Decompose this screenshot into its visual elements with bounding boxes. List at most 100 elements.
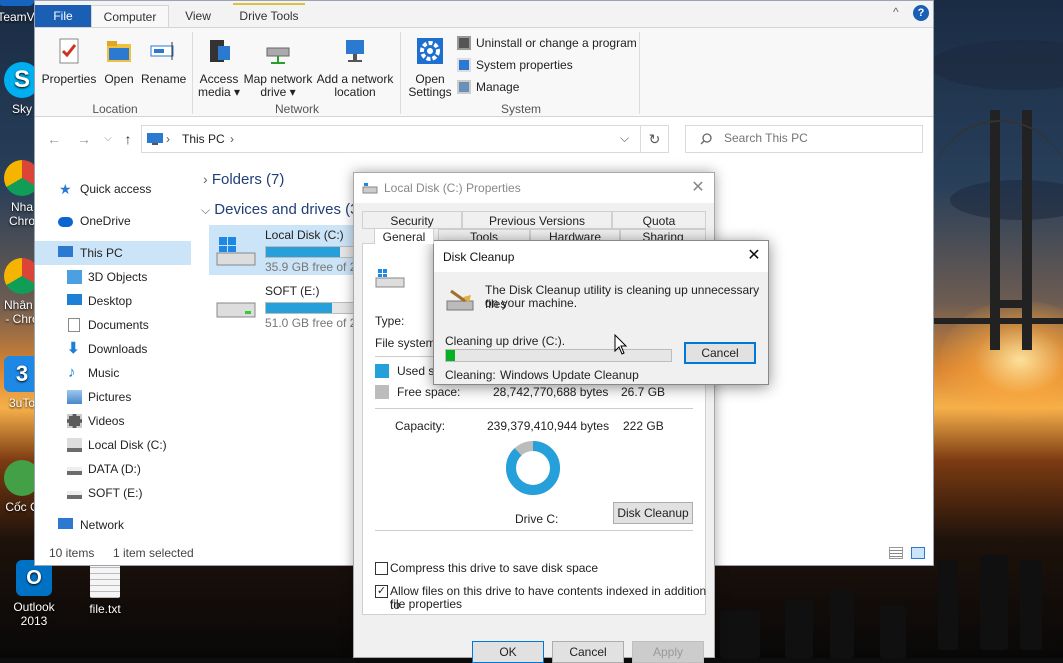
sidebar-item-desktop[interactable]: Desktop xyxy=(35,289,191,313)
sidebar-item-music[interactable]: ♪ Music xyxy=(35,361,191,385)
index-contents-checkbox[interactable]: ✓ xyxy=(375,585,388,598)
ribbon-separator xyxy=(400,32,401,114)
drive-name: Local Disk (C:) xyxy=(265,228,344,242)
sidebar-item-documents[interactable]: Documents xyxy=(35,313,191,337)
teamviewer-icon xyxy=(0,0,34,6)
tab-quota[interactable]: Quota xyxy=(612,211,706,229)
address-bar[interactable]: › This PC › ⌵ xyxy=(141,125,641,153)
file-system-label: File system: xyxy=(375,336,440,350)
refresh-icon[interactable]: ↻ xyxy=(641,125,669,153)
sidebar-item-quick-access[interactable]: ★ Quick access xyxy=(35,177,191,201)
tab-drive-tools[interactable]: Drive Tools xyxy=(233,3,305,25)
sidebar-item-local-disk-c[interactable]: Local Disk (C:) xyxy=(35,433,191,457)
cleanup-cancel-button[interactable]: Cancel xyxy=(684,342,756,364)
sidebar-item-videos[interactable]: Videos xyxy=(35,409,191,433)
ribbon-tab-bar: File Computer View Drive Tools ^ ? xyxy=(35,1,933,27)
tab-computer[interactable]: Computer xyxy=(91,5,169,27)
rename-button[interactable]: Rename xyxy=(141,36,186,86)
map-network-drive-button[interactable]: Map network drive ▾ xyxy=(243,36,313,99)
cleanup-message-cont: on your machine. xyxy=(485,296,578,310)
up-arrow-icon[interactable]: ↑ xyxy=(119,130,137,148)
sidebar-item-data-d[interactable]: DATA (D:) xyxy=(35,457,191,481)
close-icon[interactable]: ✕ xyxy=(688,178,708,198)
document-icon xyxy=(68,318,80,332)
tab-general[interactable]: General xyxy=(374,228,434,244)
sidebar-item-downloads[interactable]: ⬇ Downloads xyxy=(35,337,191,361)
sidebar-item-this-pc[interactable]: This PC xyxy=(35,241,191,265)
navigation-pane: ★ Quick access OneDrive This PC 3D Object… xyxy=(35,171,195,546)
video-icon xyxy=(67,414,82,428)
tab-previous-versions[interactable]: Previous Versions xyxy=(462,211,612,229)
details-view-icon[interactable] xyxy=(889,547,903,559)
disk-cleanup-button[interactable]: Disk Cleanup xyxy=(613,502,693,524)
desktop-icon xyxy=(67,294,82,305)
drive-usage-fill xyxy=(266,247,340,257)
computer-icon xyxy=(58,246,73,257)
properties-title: Local Disk (C:) Properties xyxy=(384,181,521,195)
capacity-label: Capacity: xyxy=(395,419,446,433)
windows-drive-icon xyxy=(375,269,405,288)
free-space-bytes: 28,742,770,688 bytes xyxy=(493,385,609,399)
add-network-location-icon xyxy=(346,40,364,62)
folders-section-header[interactable]: › Folders (7) xyxy=(203,171,284,188)
sidebar-item-pictures[interactable]: Pictures xyxy=(35,385,191,409)
cloud-icon xyxy=(58,217,73,227)
manage-icon xyxy=(457,80,471,94)
search-box[interactable] xyxy=(685,125,923,153)
folder-open-icon xyxy=(107,41,131,62)
open-settings-button[interactable]: Open Settings xyxy=(405,36,455,99)
drive-tile-local-disk-c[interactable]: Local Disk (C:) 35.9 GB free of 2 xyxy=(209,225,359,275)
cancel-button[interactable]: Cancel xyxy=(552,641,624,663)
free-space-gb: 26.7 GB xyxy=(621,385,666,399)
item-count: 10 items xyxy=(49,546,95,560)
capacity-bytes: 239,379,410,944 bytes xyxy=(487,419,610,433)
gear-icon xyxy=(417,38,443,64)
search-input[interactable] xyxy=(724,131,914,145)
index-contents-label-cont: file properties xyxy=(390,597,463,611)
network-drive-icon xyxy=(266,47,290,64)
ok-button[interactable]: OK xyxy=(472,641,544,663)
sidebar-item-3d-objects[interactable]: 3D Objects xyxy=(35,265,191,289)
uninstall-icon xyxy=(457,36,471,50)
large-icons-view-icon[interactable] xyxy=(911,547,925,559)
add-network-location-button[interactable]: Add a network location xyxy=(315,36,395,99)
compress-drive-checkbox[interactable] xyxy=(375,562,388,575)
address-location[interactable]: This PC xyxy=(182,132,225,146)
back-arrow-icon[interactable]: ← xyxy=(45,130,63,148)
desktop-icon-file-txt[interactable]: file.txt xyxy=(75,562,135,616)
disk-cleanup-icon xyxy=(446,289,474,311)
drive-name: SOFT (E:) xyxy=(265,284,320,298)
tab-security[interactable]: Security xyxy=(362,211,462,229)
compress-drive-label: Compress this drive to save disk space xyxy=(390,561,599,575)
network-group-label: Network xyxy=(274,102,319,116)
drive-free-text: 35.9 GB free of 2 xyxy=(265,260,357,274)
disk-cleanup-title: Disk Cleanup xyxy=(443,250,515,264)
close-icon[interactable]: ✕ xyxy=(744,246,764,266)
address-dropdown-chevron-icon[interactable]: ⌵ xyxy=(620,131,629,146)
drive-tile-soft-e[interactable]: SOFT (E:) 51.0 GB free of 20 xyxy=(209,281,363,331)
windows-drive-icon xyxy=(216,237,256,266)
cleanup-progress-bar xyxy=(445,349,672,362)
devices-section-header[interactable]: ⌵ Devices and drives (3 xyxy=(201,201,359,218)
properties-button[interactable]: Properties xyxy=(41,36,97,86)
desktop-icon-outlook[interactable]: O Outlook 2013 xyxy=(2,560,66,628)
tab-view[interactable]: View xyxy=(175,5,221,27)
uninstall-program-button[interactable]: Uninstall or change a program xyxy=(457,36,637,50)
tab-file[interactable]: File xyxy=(35,5,91,27)
system-properties-button[interactable]: System properties xyxy=(457,58,573,72)
sidebar-item-onedrive[interactable]: OneDrive xyxy=(35,209,191,233)
forward-arrow-icon[interactable]: → xyxy=(75,130,93,148)
drive-icon xyxy=(67,491,82,499)
download-icon: ⬇ xyxy=(67,340,80,357)
open-button[interactable]: Open xyxy=(99,36,139,86)
manage-button[interactable]: Manage xyxy=(457,80,519,94)
navigation-bar: ← → ⌵ ↑ › This PC › ⌵ ↻ xyxy=(35,119,933,159)
recent-chevron-icon[interactable]: ⌵ xyxy=(99,130,117,148)
access-media-button[interactable]: Access media ▾ xyxy=(197,36,241,99)
help-icon[interactable]: ? xyxy=(913,5,929,21)
minimize-ribbon-chevron-icon[interactable]: ^ xyxy=(893,5,899,19)
drive-icon xyxy=(216,302,256,318)
sidebar-item-soft-e[interactable]: SOFT (E:) xyxy=(35,481,191,505)
access-media-icon xyxy=(210,40,230,62)
sidebar-item-network[interactable]: Network xyxy=(35,513,191,537)
